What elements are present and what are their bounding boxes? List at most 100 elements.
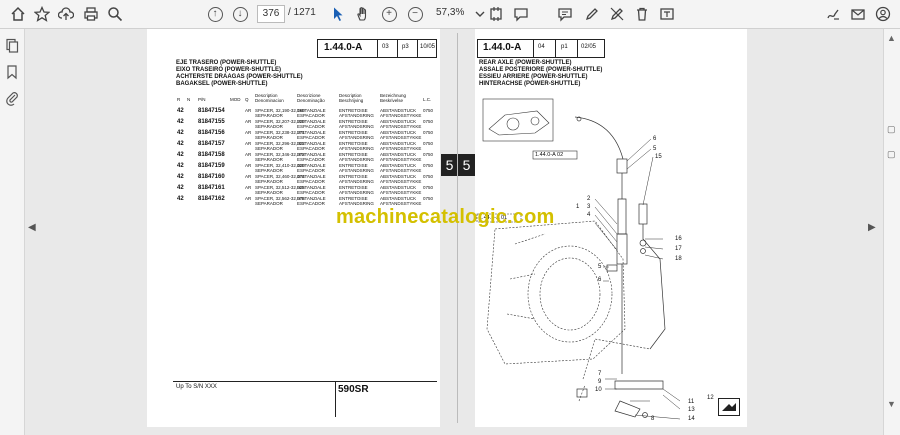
row-desc-pt: ESPACADOR <box>297 124 325 129</box>
col-pn: P/N <box>198 97 206 102</box>
zoom-level-value[interactable]: 57,3% <box>436 7 464 18</box>
next-page-icon[interactable]: ↓ <box>230 4 250 24</box>
next-page-arrow-icon[interactable] <box>718 398 740 416</box>
page-thumbnails-icon[interactable] <box>4 38 20 54</box>
zoom-in-icon[interactable]: + <box>379 4 399 24</box>
cloud-upload-icon[interactable] <box>56 4 76 24</box>
pen-icon[interactable] <box>582 4 602 24</box>
sign-link-icon[interactable] <box>823 4 843 24</box>
right-sidebar: ▲ ▢ ▢ ▼ <box>883 29 900 435</box>
col-n: N <box>187 97 191 102</box>
trash-icon[interactable] <box>632 4 652 24</box>
search-icon[interactable] <box>105 4 125 24</box>
row-desc-da: AFSTANDSSTYKKE <box>380 157 422 162</box>
callout-18: 18 <box>675 256 682 262</box>
row-lc: 0750 <box>423 174 434 179</box>
erase-pen-icon[interactable] <box>607 4 627 24</box>
row-desc-da: AFSTANDSSTYKKE <box>380 190 422 195</box>
zoom-out-icon[interactable]: − <box>405 4 425 24</box>
row-qty: AR <box>245 174 252 179</box>
row-part-number: 81847158 <box>198 152 225 158</box>
row-lc: 0750 <box>423 152 434 157</box>
row-desc-nl: AFSTANDSRING <box>339 146 374 151</box>
collapse-right-panel-icon[interactable]: ▶ <box>868 222 876 233</box>
callout-8: 8 <box>651 416 655 422</box>
home-icon[interactable] <box>8 4 28 24</box>
serial-range-note: Up To S/N XXX <box>176 384 217 390</box>
callout-1: 1 <box>576 204 580 210</box>
inset-axle-sketch <box>482 98 554 142</box>
page-fit-icon[interactable] <box>486 4 506 24</box>
comment-icon[interactable] <box>511 4 531 24</box>
row-desc-da: AFSTANDSSTYKKE <box>380 113 422 118</box>
row-ref: 42 <box>177 152 184 158</box>
row-desc-nl: AFSTANDSRING <box>339 135 374 140</box>
collapse-left-panel-icon[interactable]: ◀ <box>28 222 36 233</box>
row-part-number: 81847161 <box>198 185 225 191</box>
row-desc-es: SEPARADOR <box>255 179 283 184</box>
callout-5-top: 5 <box>653 146 657 152</box>
row-desc-pt: ESPACADOR <box>297 179 325 184</box>
select-cursor-icon[interactable] <box>328 4 348 24</box>
row-desc-da: AFSTANDSSTYKKE <box>380 168 422 173</box>
row-qty: AR <box>245 185 252 190</box>
row-desc-da: AFSTANDSSTYKKE <box>380 179 422 184</box>
row-qty: AR <box>245 141 252 146</box>
page-number-input[interactable]: 376 <box>257 5 285 23</box>
callout-14: 14 <box>688 416 695 422</box>
row-ref: 42 <box>177 163 184 169</box>
scroll-down-arrow-icon[interactable]: ▼ <box>887 399 897 409</box>
row-lc: 0750 <box>423 141 434 146</box>
callout-6-mid: 6 <box>598 277 602 283</box>
row-desc-nl: AFSTANDSRING <box>339 179 374 184</box>
attachment-paperclip-icon[interactable] <box>4 90 20 106</box>
tool-icon-2[interactable]: ▢ <box>887 149 897 159</box>
callout-6-top: 6 <box>653 136 657 142</box>
print-icon[interactable] <box>81 4 101 24</box>
row-desc-nl: AFSTANDSRING <box>339 190 374 195</box>
row-part-number: 81847159 <box>198 163 225 169</box>
section-number-marker: 5 5 <box>441 154 475 176</box>
cylinder-assembly <box>574 116 666 418</box>
page-total-label: / 1271 <box>288 7 316 18</box>
pdf-toolbar: ↑ ↓ 376 / 1271 + − 57,3% <box>0 0 900 29</box>
row-ref: 42 <box>177 119 184 125</box>
callout-16: 16 <box>675 236 682 242</box>
row-ref: 42 <box>177 174 184 180</box>
left-title-3: ACHTERSTE DRAAGAS (POWER-SHUTTLE) <box>176 74 303 80</box>
left-title-1: EJE TRASERO (POWER-SHUTTLE) <box>176 60 277 66</box>
previous-page-icon[interactable]: ↑ <box>205 4 225 24</box>
row-desc-pt: ESPACADOR <box>297 146 325 151</box>
scroll-up-arrow-icon[interactable]: ▲ <box>887 33 897 43</box>
row-desc-es: SEPARADOR <box>255 135 283 140</box>
hand-tool-icon[interactable] <box>353 4 373 24</box>
row-desc-nl: AFSTANDSRING <box>339 168 374 173</box>
row-qty: AR <box>245 119 252 124</box>
bookmark-icon[interactable] <box>4 64 20 80</box>
row-desc-es: SEPARADOR <box>255 201 283 206</box>
annotate-comment-icon[interactable] <box>555 4 575 24</box>
row-lc: 0750 <box>423 108 434 113</box>
callout-17: 17 <box>675 246 682 252</box>
tool-icon-1[interactable]: ▢ <box>887 124 897 134</box>
bookmark-star-icon[interactable] <box>32 4 52 24</box>
row-lc: 0750 <box>423 185 434 190</box>
row-qty: AR <box>245 196 252 201</box>
callout-leaders <box>594 138 681 420</box>
row-desc-pt: ESPACADOR <box>297 113 325 118</box>
callout-9: 9 <box>598 379 602 385</box>
row-desc-es: SEPARADOR <box>255 124 283 129</box>
callout-13: 13 <box>688 407 695 413</box>
callout-3: 3 <box>587 204 591 210</box>
ref-box-1[interactable]: 1.44.0-A 02 <box>535 152 563 158</box>
email-icon[interactable] <box>848 4 868 24</box>
model-number: 590SR <box>338 384 369 395</box>
callout-15: 15 <box>655 154 662 160</box>
row-ref: 42 <box>177 196 184 202</box>
account-icon[interactable] <box>873 4 893 24</box>
row-desc-nl: AFSTANDSRING <box>339 113 374 118</box>
row-qty: AR <box>245 152 252 157</box>
edit-text-icon[interactable] <box>657 4 677 24</box>
row-qty: AR <box>245 108 252 113</box>
section-number-left: 5 <box>445 157 454 173</box>
